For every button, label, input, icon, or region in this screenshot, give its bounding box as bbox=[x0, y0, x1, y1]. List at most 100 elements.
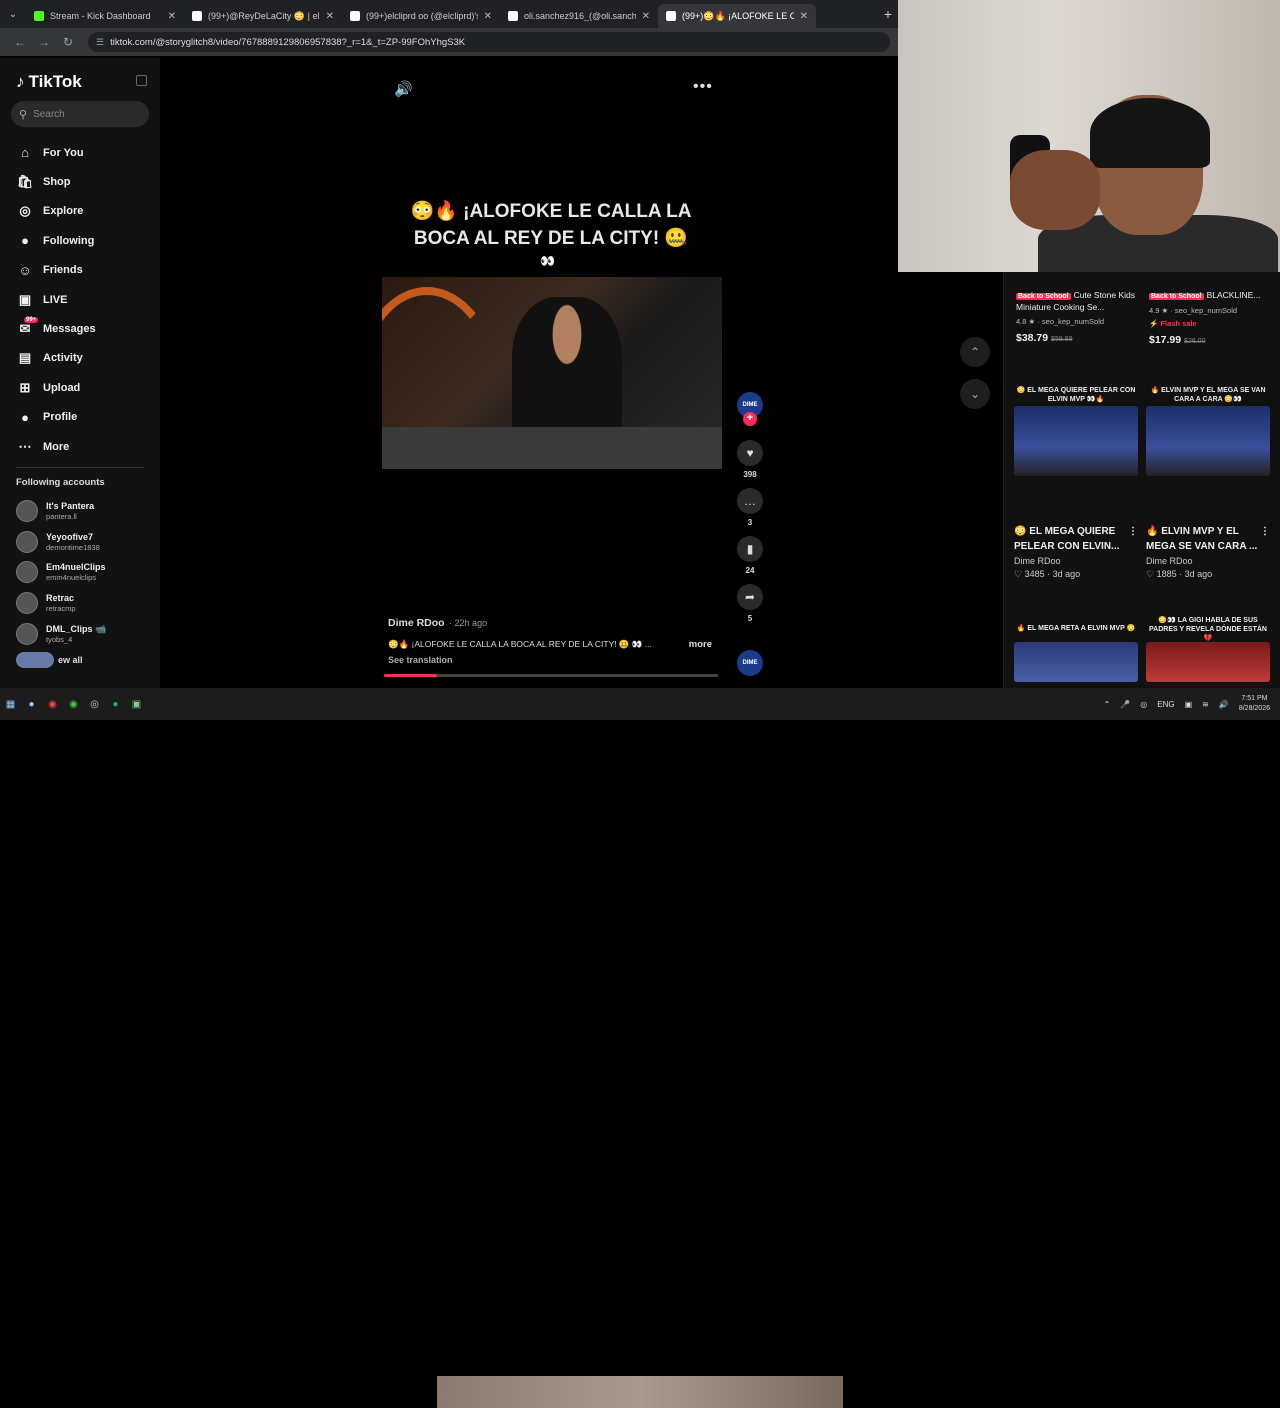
nav-friends[interactable]: ☺ Friends bbox=[16, 256, 156, 285]
product-old-price: $26.00 bbox=[1184, 338, 1206, 345]
more-link[interactable]: more bbox=[689, 639, 712, 650]
url-text: tiktok.com/@storyglitch8/video/767888912… bbox=[110, 36, 466, 48]
tab-title: (99+)elcliprd oo (@elcliprd)'s v bbox=[366, 11, 478, 21]
card-more-icon[interactable]: ⋮ bbox=[1128, 524, 1138, 554]
bookmark-icon: ▮ bbox=[737, 536, 763, 562]
nav-for-you[interactable]: ⌂ For You bbox=[16, 138, 156, 167]
product-card[interactable]: Back to School Cute Stone Kids Miniature … bbox=[1016, 290, 1140, 344]
nav-upload[interactable]: ⊞ Upload bbox=[16, 373, 156, 402]
product-name: BLACKLINE... bbox=[1206, 290, 1261, 300]
action-count: 5 bbox=[747, 614, 753, 623]
more-options-icon[interactable]: ••• bbox=[693, 78, 713, 96]
network-icon[interactable]: ◎ bbox=[1140, 700, 1147, 709]
new-tab-button[interactable]: + bbox=[878, 6, 898, 22]
tab-close-icon[interactable]: ✕ bbox=[326, 11, 334, 22]
creator-avatar[interactable]: DIME + bbox=[737, 392, 763, 426]
nav-messages[interactable]: ✉ Messages 99+ bbox=[16, 314, 156, 343]
video-progress-bar[interactable] bbox=[384, 674, 718, 677]
wifi-icon[interactable]: ≋ bbox=[1202, 700, 1209, 709]
tab-search-icon[interactable]: ⌄ bbox=[0, 0, 26, 28]
back-icon[interactable]: ← bbox=[8, 35, 32, 49]
obs-icon[interactable]: ◎ bbox=[84, 688, 105, 720]
video-progress-fill bbox=[384, 674, 438, 677]
collapse-sidebar-icon[interactable] bbox=[136, 75, 147, 86]
tab-close-icon[interactable]: ✕ bbox=[484, 11, 492, 22]
forward-icon[interactable]: → bbox=[32, 35, 56, 49]
chrome-active-icon[interactable]: ◉ bbox=[63, 688, 84, 720]
display-icon[interactable]: ▣ bbox=[1185, 700, 1193, 709]
product-card[interactable]: Back to School BLACKLINE... 4.9 ★ · seo_k… bbox=[1149, 290, 1273, 346]
recommended-video-title: 😳 EL MEGA QUIERE PELEAR CON ELVIN... bbox=[1014, 526, 1120, 552]
video-author[interactable]: Dime RDoo bbox=[388, 617, 445, 629]
nav-activity[interactable]: ▤ Activity bbox=[16, 344, 156, 373]
start-icon[interactable]: ▦ bbox=[0, 688, 21, 720]
next-creator-avatar[interactable]: DIME bbox=[737, 650, 763, 676]
tab-close-icon[interactable]: ✕ bbox=[800, 11, 808, 22]
recommended-video-card[interactable]: 😳 EL MEGA QUIERE PELEAR CON ELVIN MVP 👀🔥… bbox=[1014, 386, 1138, 580]
tab-close-icon[interactable]: ✕ bbox=[642, 11, 650, 22]
search-box[interactable]: ⚲ bbox=[11, 101, 149, 127]
see-translation-link[interactable]: See translation bbox=[388, 655, 718, 665]
tray-chevron-icon[interactable]: ⌃ bbox=[1104, 700, 1111, 709]
recommended-video-card[interactable]: 😳👀 LA GIGI HABLA DE SUS PADRES Y REVELA … bbox=[1146, 616, 1270, 682]
volume-icon[interactable]: 🔊 bbox=[394, 80, 413, 98]
reload-icon[interactable]: ↻ bbox=[56, 35, 80, 49]
language-indicator[interactable]: ENG bbox=[1157, 700, 1174, 709]
nav-following[interactable]: ● Following bbox=[16, 226, 156, 255]
tab-close-icon[interactable]: ✕ bbox=[168, 11, 176, 22]
share-button[interactable]: ➦ 5 bbox=[736, 584, 764, 632]
product-title: Back to School BLACKLINE... bbox=[1149, 290, 1273, 302]
site-info-icon[interactable]: ☰ bbox=[96, 37, 104, 48]
tiktok-note-icon: ♪ bbox=[16, 72, 25, 91]
following-account[interactable]: It's Pantera pantera.ll bbox=[16, 496, 156, 527]
next-video-button[interactable]: ⌄ bbox=[960, 379, 990, 409]
app-icon[interactable]: ● bbox=[21, 688, 42, 720]
account-name: Retrac bbox=[46, 593, 75, 604]
webcam-overlay bbox=[898, 0, 1280, 272]
recommended-video-title: 🔥 ELVIN MVP Y EL MEGA SE VAN CARA ... bbox=[1146, 526, 1258, 552]
browser-tab[interactable]: Stream - Kick Dashboard ✕ bbox=[26, 4, 184, 28]
nav-explore[interactable]: ◎ Explore bbox=[16, 197, 156, 226]
comment-button[interactable]: … 3 bbox=[736, 488, 764, 536]
tab-favicon-icon bbox=[350, 11, 360, 21]
app-icon[interactable]: ▣ bbox=[126, 688, 147, 720]
chrome-icon[interactable]: ◉ bbox=[42, 688, 63, 720]
card-more-icon[interactable]: ⋮ bbox=[1260, 524, 1270, 554]
tiktok-logo[interactable]: ♪ TikTok bbox=[16, 72, 82, 92]
tab-title: Stream - Kick Dashboard bbox=[50, 11, 151, 21]
nav-shop[interactable]: 🛍 Shop bbox=[16, 167, 156, 196]
nav-more[interactable]: ⋯ More bbox=[16, 432, 156, 461]
following-accounts-list: It's Pantera pantera.ll Yeyoofive7 demontim… bbox=[16, 496, 156, 649]
browser-tab[interactable]: (99+)😳🔥 ¡ALOFOKE LE C ✕ bbox=[658, 4, 816, 28]
search-input[interactable] bbox=[33, 108, 144, 120]
nav-label: More bbox=[43, 440, 70, 453]
following-account[interactable]: Retrac retracmp bbox=[16, 588, 156, 619]
recommended-video-card[interactable]: 🔥 EL MEGA RETA A ELVIN MVP 😳 bbox=[1014, 624, 1138, 682]
browser-tab[interactable]: (99+)@ReyDeLaCity 😳 | el rey ✕ bbox=[184, 4, 342, 28]
recommended-video-card[interactable]: 🔥 ELVIN MVP Y EL MEGA SE VAN CARA A CARA… bbox=[1146, 386, 1270, 580]
following-account[interactable]: Yeyoofive7 demontime1838 bbox=[16, 527, 156, 558]
mic-icon[interactable]: 🎤 bbox=[1120, 700, 1130, 709]
bookmark-button[interactable]: ▮ 24 bbox=[736, 536, 764, 584]
following-account[interactable]: DML_Clips 📹 tyobs_4 bbox=[16, 618, 156, 649]
like-button[interactable]: ♥ 398 bbox=[736, 440, 764, 488]
more-icon: ⋯ bbox=[18, 438, 32, 454]
volume-tray-icon[interactable]: 🔊 bbox=[1219, 700, 1229, 709]
clock[interactable]: 7:51 PM 8/28/2026 bbox=[1239, 694, 1270, 714]
browser-tab[interactable]: oli.sanchez916_(@oli.sanchez9 ✕ bbox=[500, 4, 658, 28]
clock-date: 8/28/2026 bbox=[1238, 705, 1270, 712]
nav-live[interactable]: ▣ LIVE bbox=[16, 285, 156, 314]
product-tag: Back to School bbox=[1016, 293, 1071, 300]
video-overlay-title: 😳🔥 ¡ALOFOKE LE CALLA LA BOCA AL REY DE L… bbox=[410, 201, 692, 249]
nav-profile[interactable]: ● Profile bbox=[16, 403, 156, 432]
previous-video-button[interactable]: ⌃ bbox=[960, 337, 990, 367]
host-figure bbox=[512, 297, 622, 447]
video-player[interactable] bbox=[382, 277, 722, 469]
follow-plus-button[interactable]: + bbox=[743, 412, 757, 426]
following-account[interactable]: Em4nuelClips emm4nuelclips bbox=[16, 557, 156, 588]
url-field[interactable]: ☰ tiktok.com/@storyglitch8/video/7678889… bbox=[88, 32, 890, 52]
browser-tab[interactable]: (99+)elcliprd oo (@elcliprd)'s v ✕ bbox=[342, 4, 500, 28]
view-all-link[interactable]: ew all bbox=[16, 652, 83, 668]
spotify-icon[interactable]: ● bbox=[105, 688, 126, 720]
account-name: Yeyoofive7 bbox=[46, 531, 94, 542]
